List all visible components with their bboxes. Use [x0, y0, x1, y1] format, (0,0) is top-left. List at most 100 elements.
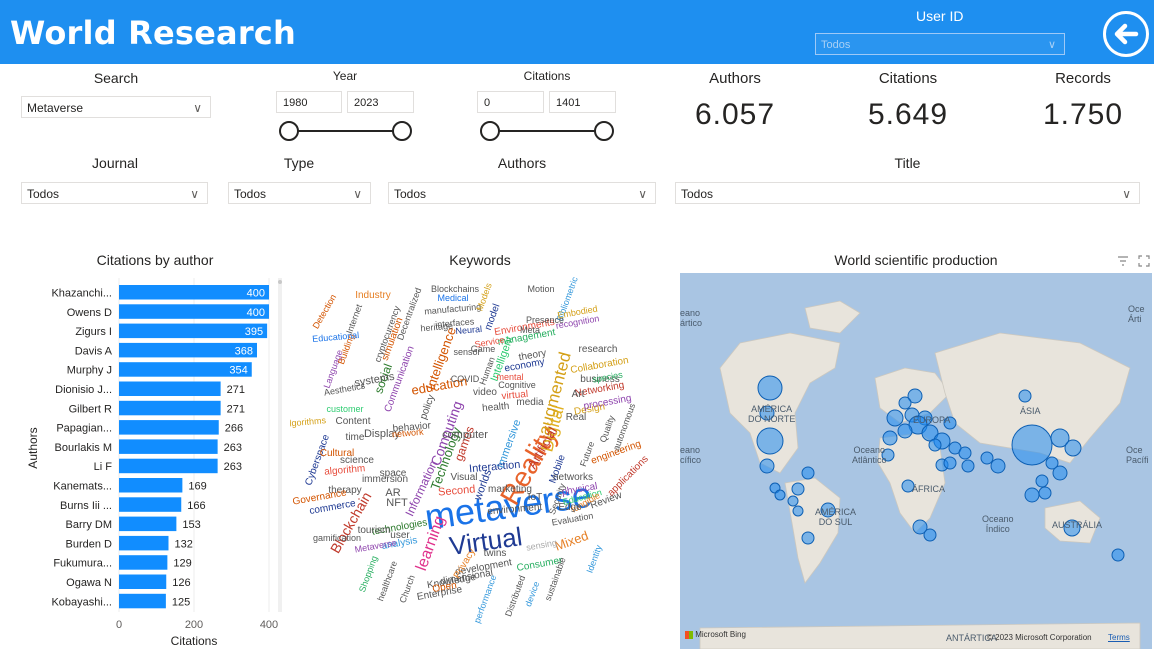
authors-value: Todos [394, 187, 427, 201]
keyword-word: Distributed [503, 574, 527, 618]
arrow-left-icon [1114, 23, 1139, 45]
country-bubble [1018, 389, 1032, 403]
authors-dropdown[interactable]: Todos ∨ [388, 182, 656, 204]
citation-bar [119, 478, 183, 493]
search-dropdown[interactable]: Metaverse ∨ [21, 96, 211, 118]
user-id-value: Todos [821, 39, 851, 51]
terms-link[interactable]: Terms [1108, 633, 1130, 642]
keyword-word: Neural [455, 324, 482, 336]
keyword-word: gamification [313, 533, 361, 543]
bing-logo: Microsoft Bing [685, 630, 746, 639]
chevron-down-icon: ∨ [193, 101, 202, 115]
year-slider-max-handle[interactable] [392, 121, 412, 141]
chevron-down-icon: ∨ [353, 187, 362, 201]
keyword-word: Real [566, 412, 587, 423]
author-label: Li F [94, 461, 113, 473]
kpi-records-value: 1.750 [1042, 98, 1124, 131]
bar-value-label: 125 [172, 596, 190, 608]
x-tick-label: 400 [260, 619, 278, 631]
back-button[interactable] [1103, 11, 1149, 57]
filter-icon[interactable] [1117, 255, 1129, 267]
keyword-word: video [473, 387, 497, 398]
bar-value-label: 266 [225, 423, 243, 435]
title-dropdown[interactable]: Todos ∨ [675, 182, 1140, 204]
user-id-dropdown[interactable]: Todos ∨ [815, 33, 1065, 55]
bar-value-label: 129 [173, 558, 191, 570]
author-label: Burns Iii ... [60, 500, 112, 512]
country-bubble [1111, 548, 1125, 562]
bar-value-label: 368 [235, 345, 253, 357]
year-min-input[interactable]: 1980 [276, 91, 342, 113]
world-map[interactable]: AMÉRICA DO NORTE AMÉRICA DO SUL EUROPA ÁSI… [680, 273, 1152, 649]
citation-bar [119, 497, 182, 512]
journal-dropdown[interactable]: Todos ∨ [21, 182, 208, 204]
bar-value-label: 395 [245, 326, 263, 338]
title-value: Todos [681, 187, 714, 201]
year-slider-track[interactable] [289, 130, 402, 132]
year-max-input[interactable]: 2023 [347, 91, 414, 113]
citation-bar [119, 535, 169, 551]
author-label: Murphy J [67, 365, 112, 377]
journal-label: Journal [92, 155, 138, 171]
author-label: Fukumura... [53, 558, 112, 570]
country-bubble [897, 423, 913, 439]
chevron-down-icon: ∨ [638, 187, 647, 201]
title-filter-label: Title [894, 155, 921, 171]
keyword-word: customer [326, 404, 363, 414]
keyword-word: network [392, 427, 425, 440]
keyword-word: sensing [525, 537, 557, 552]
country-bubble [1038, 486, 1052, 500]
country-bubble [801, 531, 815, 545]
keyword-word: Art [572, 389, 585, 400]
keyword-word: Cyberspace [303, 433, 332, 487]
type-dropdown[interactable]: Todos ∨ [228, 182, 371, 204]
keyword-word: Presence [526, 315, 564, 325]
citation-bar [119, 555, 168, 570]
keyword-word: Mixed [553, 528, 591, 554]
keyword-word: healthcare [375, 560, 399, 603]
keyword-word: Shopping [357, 554, 379, 593]
label-oceano-right2: Oce Pacífi [1126, 445, 1149, 465]
bar-value-label: 169 [188, 481, 206, 493]
citations-min-input[interactable]: 0 [477, 91, 544, 113]
citations-max-input[interactable]: 1401 [549, 91, 616, 113]
author-label: Papagian... [56, 423, 112, 435]
type-value: Todos [234, 187, 267, 201]
country-bubble [757, 375, 783, 401]
bar-value-label: 400 [247, 288, 265, 300]
country-bubble [759, 458, 775, 474]
keyword-word: manufacturing [424, 302, 482, 317]
chevron-down-icon: ∨ [1122, 187, 1131, 201]
keyword-word: Content [335, 416, 370, 427]
citations-slider-track[interactable] [490, 130, 604, 132]
author-label: Ogawa N [66, 577, 112, 589]
label-asia: ÁSIA [1020, 406, 1041, 416]
keyword-word: networks [553, 472, 593, 483]
author-label: Barry DM [66, 519, 112, 531]
keyword-word: marketing [488, 484, 532, 495]
kpi-authors-value: 6.057 [694, 98, 776, 131]
x-tick-label: 0 [116, 619, 122, 631]
user-id-label: User ID [916, 8, 964, 24]
chevron-down-icon: ∨ [1047, 39, 1056, 51]
label-oceano-left: eano ártico [680, 308, 703, 328]
country-bubble [1011, 424, 1053, 466]
citations-slider-max-handle[interactable] [594, 121, 614, 141]
x-tick-label: 200 [185, 619, 203, 631]
bar-value-label: 263 [224, 442, 242, 454]
year-slider-min-handle[interactable] [279, 121, 299, 141]
bar-value-label: 153 [182, 519, 200, 531]
country-bubble [882, 430, 898, 446]
kpi-citations-label: Citations [878, 70, 938, 87]
label-oceano-indico: Oceano Índico [982, 514, 1014, 534]
citation-bar [119, 439, 218, 454]
country-bubble [980, 451, 994, 465]
keyword-word: science [340, 455, 374, 466]
label-europa: EUROPA [913, 415, 951, 425]
focus-mode-icon[interactable] [1138, 255, 1150, 267]
citation-bar [119, 381, 221, 396]
label-oceano-left2: eano cífico [680, 445, 702, 465]
citation-bar [119, 420, 219, 435]
keyword-word: NFT [386, 497, 408, 509]
citations-slider-min-handle[interactable] [480, 121, 500, 141]
